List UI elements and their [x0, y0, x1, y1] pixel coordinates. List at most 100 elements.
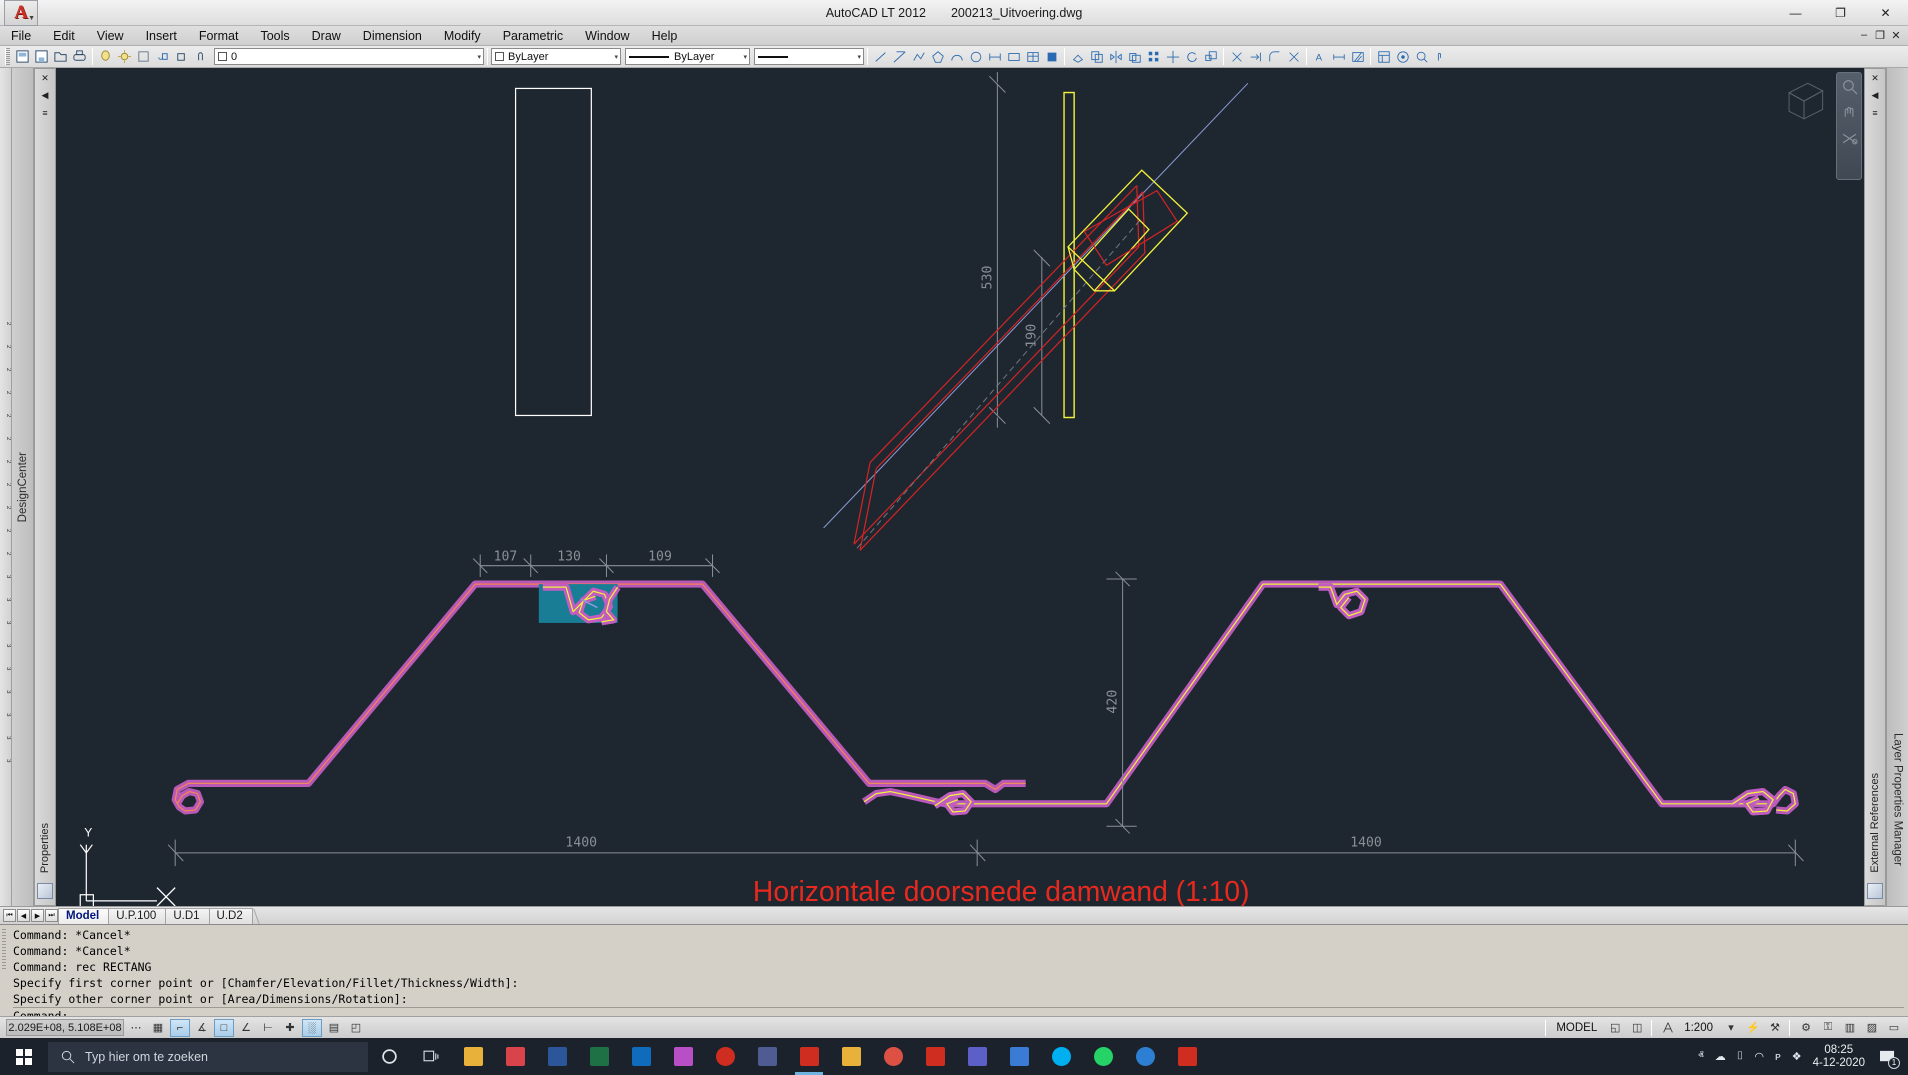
application-menu-button[interactable]: A ▼ [4, 0, 38, 26]
menu-format[interactable]: Format [188, 26, 250, 46]
document-window-controls[interactable]: – ❐ ✕ [1856, 29, 1908, 42]
toggle-lineweight[interactable]: ▤ [324, 1019, 344, 1037]
taskbar-app-word[interactable] [536, 1038, 578, 1075]
dropbox-icon[interactable]: ❖ [1792, 1050, 1802, 1063]
sheetpile-profile-right[interactable] [862, 580, 1799, 815]
taskbar-app-adobe[interactable] [1166, 1038, 1208, 1075]
properties-icon[interactable] [37, 883, 53, 899]
hardware-accel-icon[interactable]: ▥ [1840, 1019, 1860, 1037]
toggle-object-snap[interactable]: ∠ [236, 1019, 256, 1037]
toggle-osnap-tracking[interactable]: ⊢ [258, 1019, 278, 1037]
toggle-grid-display[interactable]: ▦ [148, 1019, 168, 1037]
taskbar-app-skype[interactable] [1040, 1038, 1082, 1075]
battery-icon[interactable]: ⌷ [1737, 1050, 1744, 1063]
view-cube[interactable] [1776, 74, 1832, 130]
array-icon[interactable] [1144, 47, 1163, 66]
taskbar-app-autocad[interactable] [788, 1038, 830, 1075]
taskbar-app-whatsapp[interactable] [1082, 1038, 1124, 1075]
window-controls[interactable]: — ❐ ✕ [1773, 0, 1908, 25]
quick-access-toolbar[interactable] [46, 5, 100, 21]
menu-file[interactable]: File [0, 26, 42, 46]
open-icon[interactable] [65, 5, 81, 21]
autohide-icon[interactable]: ◀ [1867, 89, 1883, 102]
hatch-icon[interactable] [1348, 47, 1367, 66]
plot-icon[interactable] [70, 47, 89, 66]
menu-tools[interactable]: Tools [249, 26, 300, 46]
tab-ud2[interactable]: U.D2 [208, 907, 260, 924]
workspace-settings-icon[interactable]: ⚙ [1796, 1019, 1816, 1037]
layer-lock-icon[interactable] [134, 47, 153, 66]
move-icon[interactable] [1163, 47, 1182, 66]
tab-nav-prev[interactable]: ◀ [17, 909, 30, 922]
dimension-linear-icon[interactable] [985, 47, 1004, 66]
menu-view[interactable]: View [86, 26, 135, 46]
dimension-style-icon[interactable] [1329, 47, 1348, 66]
taskbar-app-calculator[interactable] [746, 1038, 788, 1075]
document-minimize-button[interactable]: – [1856, 29, 1872, 42]
document-restore-button[interactable]: ❐ [1872, 29, 1888, 42]
annotation-scale-icon[interactable] [1658, 1019, 1678, 1037]
taskbar-app-store[interactable] [494, 1038, 536, 1075]
xref-icon[interactable] [1867, 883, 1883, 899]
tab-nav-first[interactable]: ⏮ [3, 909, 16, 922]
layer-unsaved-icon[interactable] [172, 47, 191, 66]
maximize-button[interactable]: ❐ [1818, 0, 1863, 26]
rectangle-icon[interactable] [1004, 47, 1023, 66]
toggle-dynamic-ucs[interactable]: ✚ [280, 1019, 300, 1037]
dimension-overall[interactable] [167, 839, 1804, 867]
taskbar-app-photos[interactable] [662, 1038, 704, 1075]
taskbar-app-pdf[interactable] [914, 1038, 956, 1075]
tab-model[interactable]: Model [58, 907, 116, 924]
toggle-snap-mode[interactable]: ⌐ [170, 1018, 190, 1037]
pan-hand-icon[interactable] [1841, 104, 1858, 121]
taskbar-app-cortana[interactable] [368, 1038, 410, 1075]
coordinate-display[interactable]: 2.029E+08, 5.108E+08 [6, 1019, 124, 1036]
chevron-down-icon[interactable]: ▾ [857, 53, 861, 61]
tab-ud1[interactable]: U.D1 [165, 907, 217, 924]
volume-icon[interactable]: ᴘ [1775, 1051, 1781, 1063]
external-references-palette[interactable]: ✕ ◀ ≡ External References [1864, 68, 1886, 906]
fillet-icon[interactable] [1265, 47, 1284, 66]
rod-centerline-entity[interactable] [856, 218, 1142, 549]
taskbar-app-teams[interactable] [956, 1038, 998, 1075]
isolate-objects-icon[interactable]: ▨ [1862, 1019, 1882, 1037]
close-button[interactable]: ✕ [1863, 0, 1908, 26]
polyline-icon[interactable] [909, 47, 928, 66]
clean-screen-icon[interactable]: ▭ [1884, 1019, 1904, 1037]
space-indicator[interactable]: MODEL [1550, 1022, 1603, 1034]
designcenter-icon[interactable] [1393, 47, 1412, 66]
scale-dropdown-arrow[interactable]: ▾ [1721, 1019, 1741, 1037]
interlock-right[interactable] [1318, 583, 1369, 620]
properties-palette[interactable]: ✕ ◀ ≡ Properties [34, 68, 56, 906]
auto-scale-icon[interactable]: ⚒ [1765, 1019, 1785, 1037]
navigation-bar[interactable] [1836, 72, 1862, 180]
drawing-canvas[interactable]: 530 190 107 130 109 420 1400 1400 Horizo… [56, 68, 1864, 906]
taskbar-clock[interactable]: 08:25 4-12-2020 [1813, 1044, 1865, 1070]
erase-icon[interactable] [1068, 47, 1087, 66]
extend-icon[interactable] [1246, 47, 1265, 66]
save-icon[interactable] [84, 5, 100, 21]
copy-icon[interactable] [1087, 47, 1106, 66]
close-icon[interactable]: ✕ [1867, 72, 1883, 85]
document-close-button[interactable]: ✕ [1888, 29, 1904, 42]
toggle-dynamic-input[interactable]: ░ [302, 1018, 322, 1037]
line-icon[interactable] [871, 47, 890, 66]
start-button[interactable] [0, 1038, 48, 1075]
menu-window[interactable]: Window [574, 26, 640, 46]
rectangle-entity[interactable] [514, 87, 592, 417]
scale-icon[interactable] [1201, 47, 1220, 66]
polygon-icon[interactable] [928, 47, 947, 66]
command-window[interactable]: Command: *Cancel* Command: *Cancel* Comm… [0, 924, 1908, 1023]
table-icon[interactable] [1023, 47, 1042, 66]
anchor-plate-red-entity[interactable] [1083, 189, 1179, 267]
drawing-title-text[interactable]: Horizontale doorsnede damwand (1:10) [753, 876, 1250, 906]
zoom-icon[interactable] [1841, 78, 1858, 95]
layer-freeze-icon[interactable] [115, 47, 134, 66]
layer-on-icon[interactable] [96, 47, 115, 66]
offset-icon[interactable] [1125, 47, 1144, 66]
rotate-icon[interactable] [1182, 47, 1201, 66]
taskbar-app-opera[interactable] [704, 1038, 746, 1075]
chevron-down-icon[interactable]: ▾ [743, 53, 747, 61]
wifi-icon[interactable]: ◠ [1754, 1050, 1764, 1063]
layer-state-icon[interactable] [191, 47, 210, 66]
